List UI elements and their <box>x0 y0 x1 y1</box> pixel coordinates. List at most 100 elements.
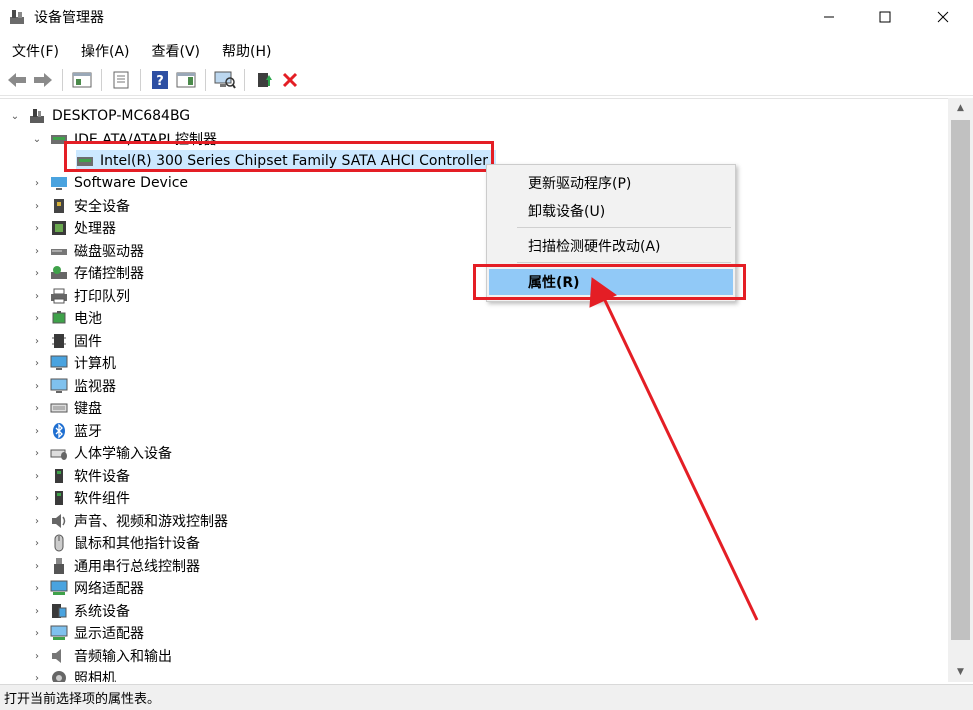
vertical-scrollbar[interactable]: ▲ ▼ <box>948 98 973 682</box>
expand-chevron-icon[interactable]: › <box>30 536 44 550</box>
category-label: 声音、视频和游戏控制器 <box>74 514 228 530</box>
expand-chevron-icon[interactable]: › <box>30 469 44 483</box>
expand-chevron-icon[interactable]: › <box>30 559 44 573</box>
tree-category[interactable]: › 照相机 <box>30 667 116 682</box>
collapse-chevron-icon[interactable]: ⌄ <box>30 132 44 146</box>
expand-chevron-icon[interactable]: › <box>30 311 44 325</box>
expand-chevron-icon[interactable]: › <box>30 176 44 190</box>
scrollbar-thumb[interactable] <box>951 120 970 640</box>
speaker-icon <box>52 514 66 528</box>
category-label: 鼠标和其他指针设备 <box>74 536 200 552</box>
tree-root[interactable]: ⌄ DESKTOP-MC684BG <box>8 105 190 127</box>
expand-chevron-icon[interactable]: › <box>30 424 44 438</box>
expand-chevron-icon[interactable]: › <box>30 199 44 213</box>
expand-chevron-icon[interactable]: › <box>30 446 44 460</box>
tree-category[interactable]: › 打印队列 <box>30 285 130 307</box>
category-label: 网络适配器 <box>74 581 144 597</box>
tree-category[interactable]: › 存储控制器 <box>30 262 144 284</box>
show-hide-console-tree-button[interactable] <box>69 67 95 93</box>
forward-button[interactable] <box>30 67 56 93</box>
monitor-icon <box>50 378 68 393</box>
network-adapter-icon <box>50 580 68 595</box>
scroll-down-icon[interactable]: ▼ <box>948 662 973 682</box>
maximize-icon <box>879 11 891 23</box>
toolbar: ? <box>0 64 973 96</box>
expand-chevron-icon[interactable]: › <box>30 671 44 683</box>
update-driver-button[interactable] <box>251 67 277 93</box>
tree-category[interactable]: › 软件设备 <box>30 465 130 487</box>
camera-icon <box>52 671 66 682</box>
tree-category[interactable]: › 固件 <box>30 330 102 352</box>
tree-category[interactable]: › 显示适配器 <box>30 622 144 644</box>
expand-chevron-icon[interactable]: › <box>30 649 44 663</box>
storage-controller-icon <box>51 266 67 279</box>
scan-hardware-button[interactable] <box>212 67 238 93</box>
expand-chevron-icon[interactable]: › <box>30 626 44 640</box>
expand-chevron-icon[interactable]: › <box>30 401 44 415</box>
category-label: 键盘 <box>74 401 102 417</box>
expand-chevron-icon[interactable]: › <box>30 356 44 370</box>
tree-category[interactable]: › 人体学输入设备 <box>30 442 172 464</box>
properties-toolbar-button[interactable] <box>108 67 134 93</box>
tree-category[interactable]: › 监视器 <box>30 375 116 397</box>
tree-category[interactable]: › 处理器 <box>30 217 116 239</box>
title-bar: 设备管理器 <box>0 0 973 34</box>
device-manager-icon <box>10 10 24 24</box>
tree-category[interactable]: › 磁盘驱动器 <box>30 240 144 262</box>
menu-help[interactable]: 帮助(H) <box>210 38 281 62</box>
tree-category[interactable]: › 蓝牙 <box>30 420 102 442</box>
context-menu-scan-hardware[interactable]: 扫描检测硬件改动(A) <box>489 233 733 259</box>
tree-category[interactable]: › Software Device <box>30 172 188 194</box>
context-menu-update-driver[interactable]: 更新驱动程序(P) <box>489 170 733 196</box>
security-device-icon <box>54 199 64 213</box>
close-button[interactable] <box>914 0 972 34</box>
tree-category[interactable]: › 鼠标和其他指针设备 <box>30 532 200 554</box>
action-pane-button[interactable] <box>173 67 199 93</box>
expand-chevron-icon[interactable]: › <box>30 334 44 348</box>
computer-icon <box>50 355 68 370</box>
tree-category[interactable]: › 键盘 <box>30 397 102 419</box>
expand-chevron-icon[interactable]: › <box>30 266 44 280</box>
update-driver-icon <box>258 72 272 87</box>
toolbar-separator <box>101 68 102 91</box>
keyboard-icon <box>50 403 68 413</box>
expand-chevron-icon[interactable]: › <box>30 514 44 528</box>
expand-chevron-icon[interactable]: › <box>30 491 44 505</box>
tree-category[interactable]: › 声音、视频和游戏控制器 <box>30 510 228 532</box>
menu-file[interactable]: 文件(F) <box>0 38 69 62</box>
minimize-button[interactable] <box>800 0 858 34</box>
tree-category[interactable]: › 通用串行总线控制器 <box>30 555 200 577</box>
help-icon: ? <box>152 70 168 89</box>
tree-category[interactable]: › 安全设备 <box>30 195 130 217</box>
tree-category[interactable]: › 计算机 <box>30 352 116 374</box>
tree-category[interactable]: › 音频输入和输出 <box>30 645 172 667</box>
menu-view[interactable]: 查看(V) <box>140 38 211 62</box>
collapse-chevron-icon[interactable]: ⌄ <box>8 109 22 123</box>
toolbar-separator <box>140 68 141 91</box>
uninstall-device-button[interactable] <box>277 67 303 93</box>
expand-chevron-icon[interactable]: › <box>30 379 44 393</box>
context-menu-separator <box>517 262 731 263</box>
help-toolbar-button[interactable]: ? <box>147 67 173 93</box>
category-label: 处理器 <box>74 221 116 237</box>
back-button[interactable] <box>4 67 30 93</box>
tree-category[interactable]: › 电池 <box>30 307 102 329</box>
menu-action[interactable]: 操作(A) <box>69 38 140 62</box>
properties-highlight-box <box>473 264 746 300</box>
battery-icon <box>52 311 66 324</box>
expand-chevron-icon[interactable]: › <box>30 289 44 303</box>
expand-chevron-icon[interactable]: › <box>30 221 44 235</box>
maximize-button[interactable] <box>856 0 914 34</box>
software-component-icon <box>55 469 63 483</box>
tree-category[interactable]: › 网络适配器 <box>30 577 144 599</box>
tree-category[interactable]: › 系统设备 <box>30 600 130 622</box>
tree-category[interactable]: › 软件组件 <box>30 487 130 509</box>
expand-chevron-icon[interactable]: › <box>30 581 44 595</box>
context-menu-uninstall-device[interactable]: 卸载设备(U) <box>489 198 733 224</box>
device-tree[interactable]: ⌄ DESKTOP-MC684BG ⌄ IDE ATA/ATAPI 控制器 In… <box>0 98 948 682</box>
scroll-up-icon[interactable]: ▲ <box>948 98 973 118</box>
category-label: 监视器 <box>74 379 116 395</box>
toolbar-separator <box>205 68 206 91</box>
expand-chevron-icon[interactable]: › <box>30 604 44 618</box>
expand-chevron-icon[interactable]: › <box>30 244 44 258</box>
